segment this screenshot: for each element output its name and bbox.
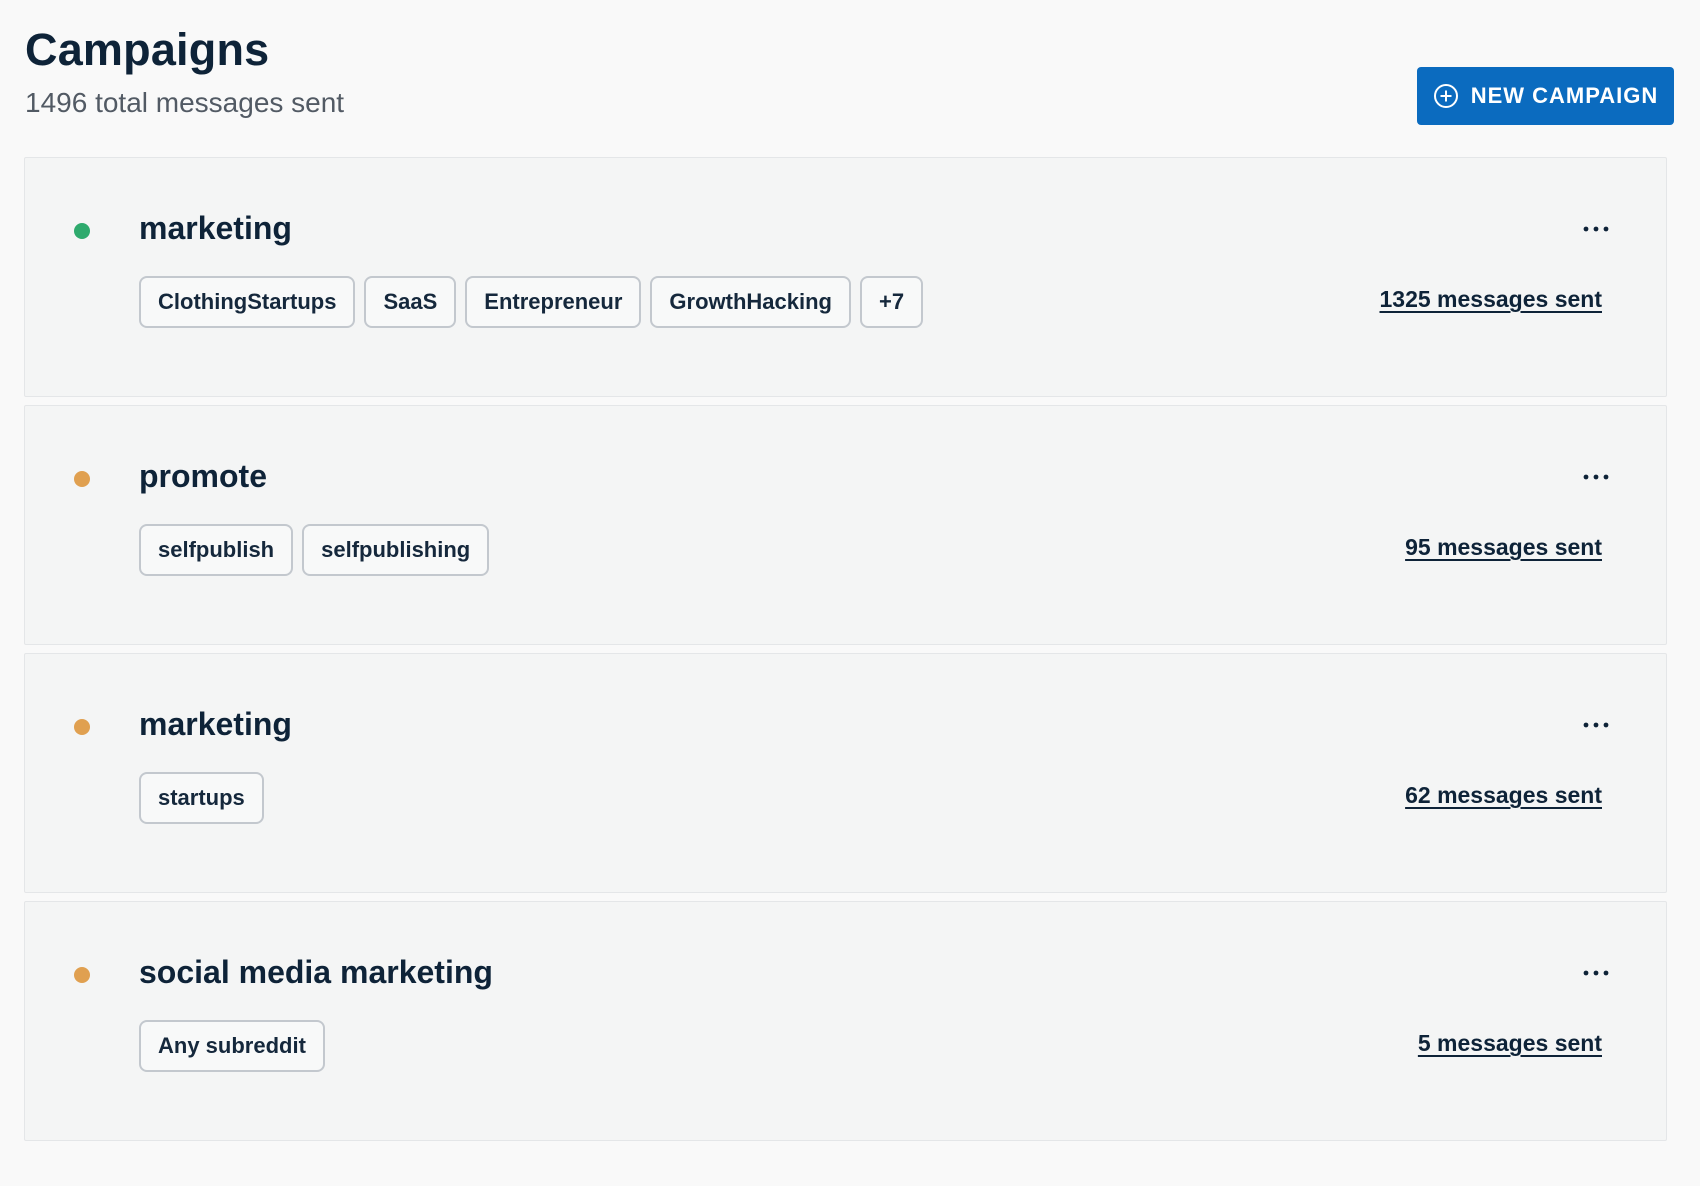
campaign-tags: startups	[139, 772, 264, 824]
messages-sent-link[interactable]: 62 messages sent	[1405, 782, 1602, 809]
campaign-card[interactable]: marketing ClothingStartups SaaS Entrepre…	[24, 157, 1667, 397]
status-indicator	[74, 223, 90, 239]
more-horizontal-icon[interactable]	[1581, 214, 1611, 244]
campaign-name: marketing	[139, 210, 292, 246]
campaign-tag: Entrepreneur	[465, 276, 642, 328]
messages-sent-link[interactable]: 5 messages sent	[1418, 1030, 1602, 1057]
plus-circle-icon	[1433, 84, 1458, 108]
messages-sent-link[interactable]: 95 messages sent	[1405, 534, 1602, 561]
new-campaign-label: NEW CAMPAIGN	[1470, 83, 1659, 108]
campaign-tags: selfpublish selfpublishing	[139, 524, 490, 576]
campaign-card[interactable]: marketing startups 62 messages sent	[24, 653, 1667, 893]
campaign-tag: SaaS	[364, 276, 457, 328]
campaign-card[interactable]: social media marketing Any subreddit 5 m…	[24, 901, 1667, 1141]
campaign-tag: selfpublish	[139, 524, 294, 576]
total-messages-summary: 1496 total messages sent	[25, 87, 345, 118]
campaign-tags: ClothingStartups SaaS Entrepreneur Growt…	[139, 276, 924, 328]
status-indicator	[74, 719, 90, 735]
campaign-tag: selfpublishing	[302, 524, 490, 576]
campaign-tag: startups	[139, 772, 264, 824]
campaign-name: promote	[139, 458, 267, 494]
campaign-tag: ClothingStartups	[139, 276, 356, 328]
campaign-tags: Any subreddit	[139, 1020, 325, 1072]
more-horizontal-icon[interactable]	[1581, 462, 1611, 492]
campaign-name: marketing	[139, 706, 292, 742]
page-title: Campaigns	[25, 24, 270, 75]
status-indicator	[74, 471, 90, 487]
campaign-list: marketing ClothingStartups SaaS Entrepre…	[24, 157, 1667, 1149]
more-horizontal-icon[interactable]	[1581, 958, 1611, 988]
new-campaign-button[interactable]: NEW CAMPAIGN	[1417, 67, 1674, 125]
page-header: Campaigns 1496 total messages sent NEW C…	[25, 18, 1674, 128]
more-tags-badge[interactable]: +7	[860, 276, 924, 328]
status-indicator	[74, 967, 90, 983]
more-horizontal-icon[interactable]	[1581, 710, 1611, 740]
messages-sent-link[interactable]: 1325 messages sent	[1380, 286, 1603, 313]
campaign-tag: Any subreddit	[139, 1020, 325, 1072]
campaign-tag: GrowthHacking	[650, 276, 851, 328]
campaign-name: social media marketing	[139, 954, 493, 990]
campaign-card[interactable]: promote selfpublish selfpublishing 95 me…	[24, 405, 1667, 645]
